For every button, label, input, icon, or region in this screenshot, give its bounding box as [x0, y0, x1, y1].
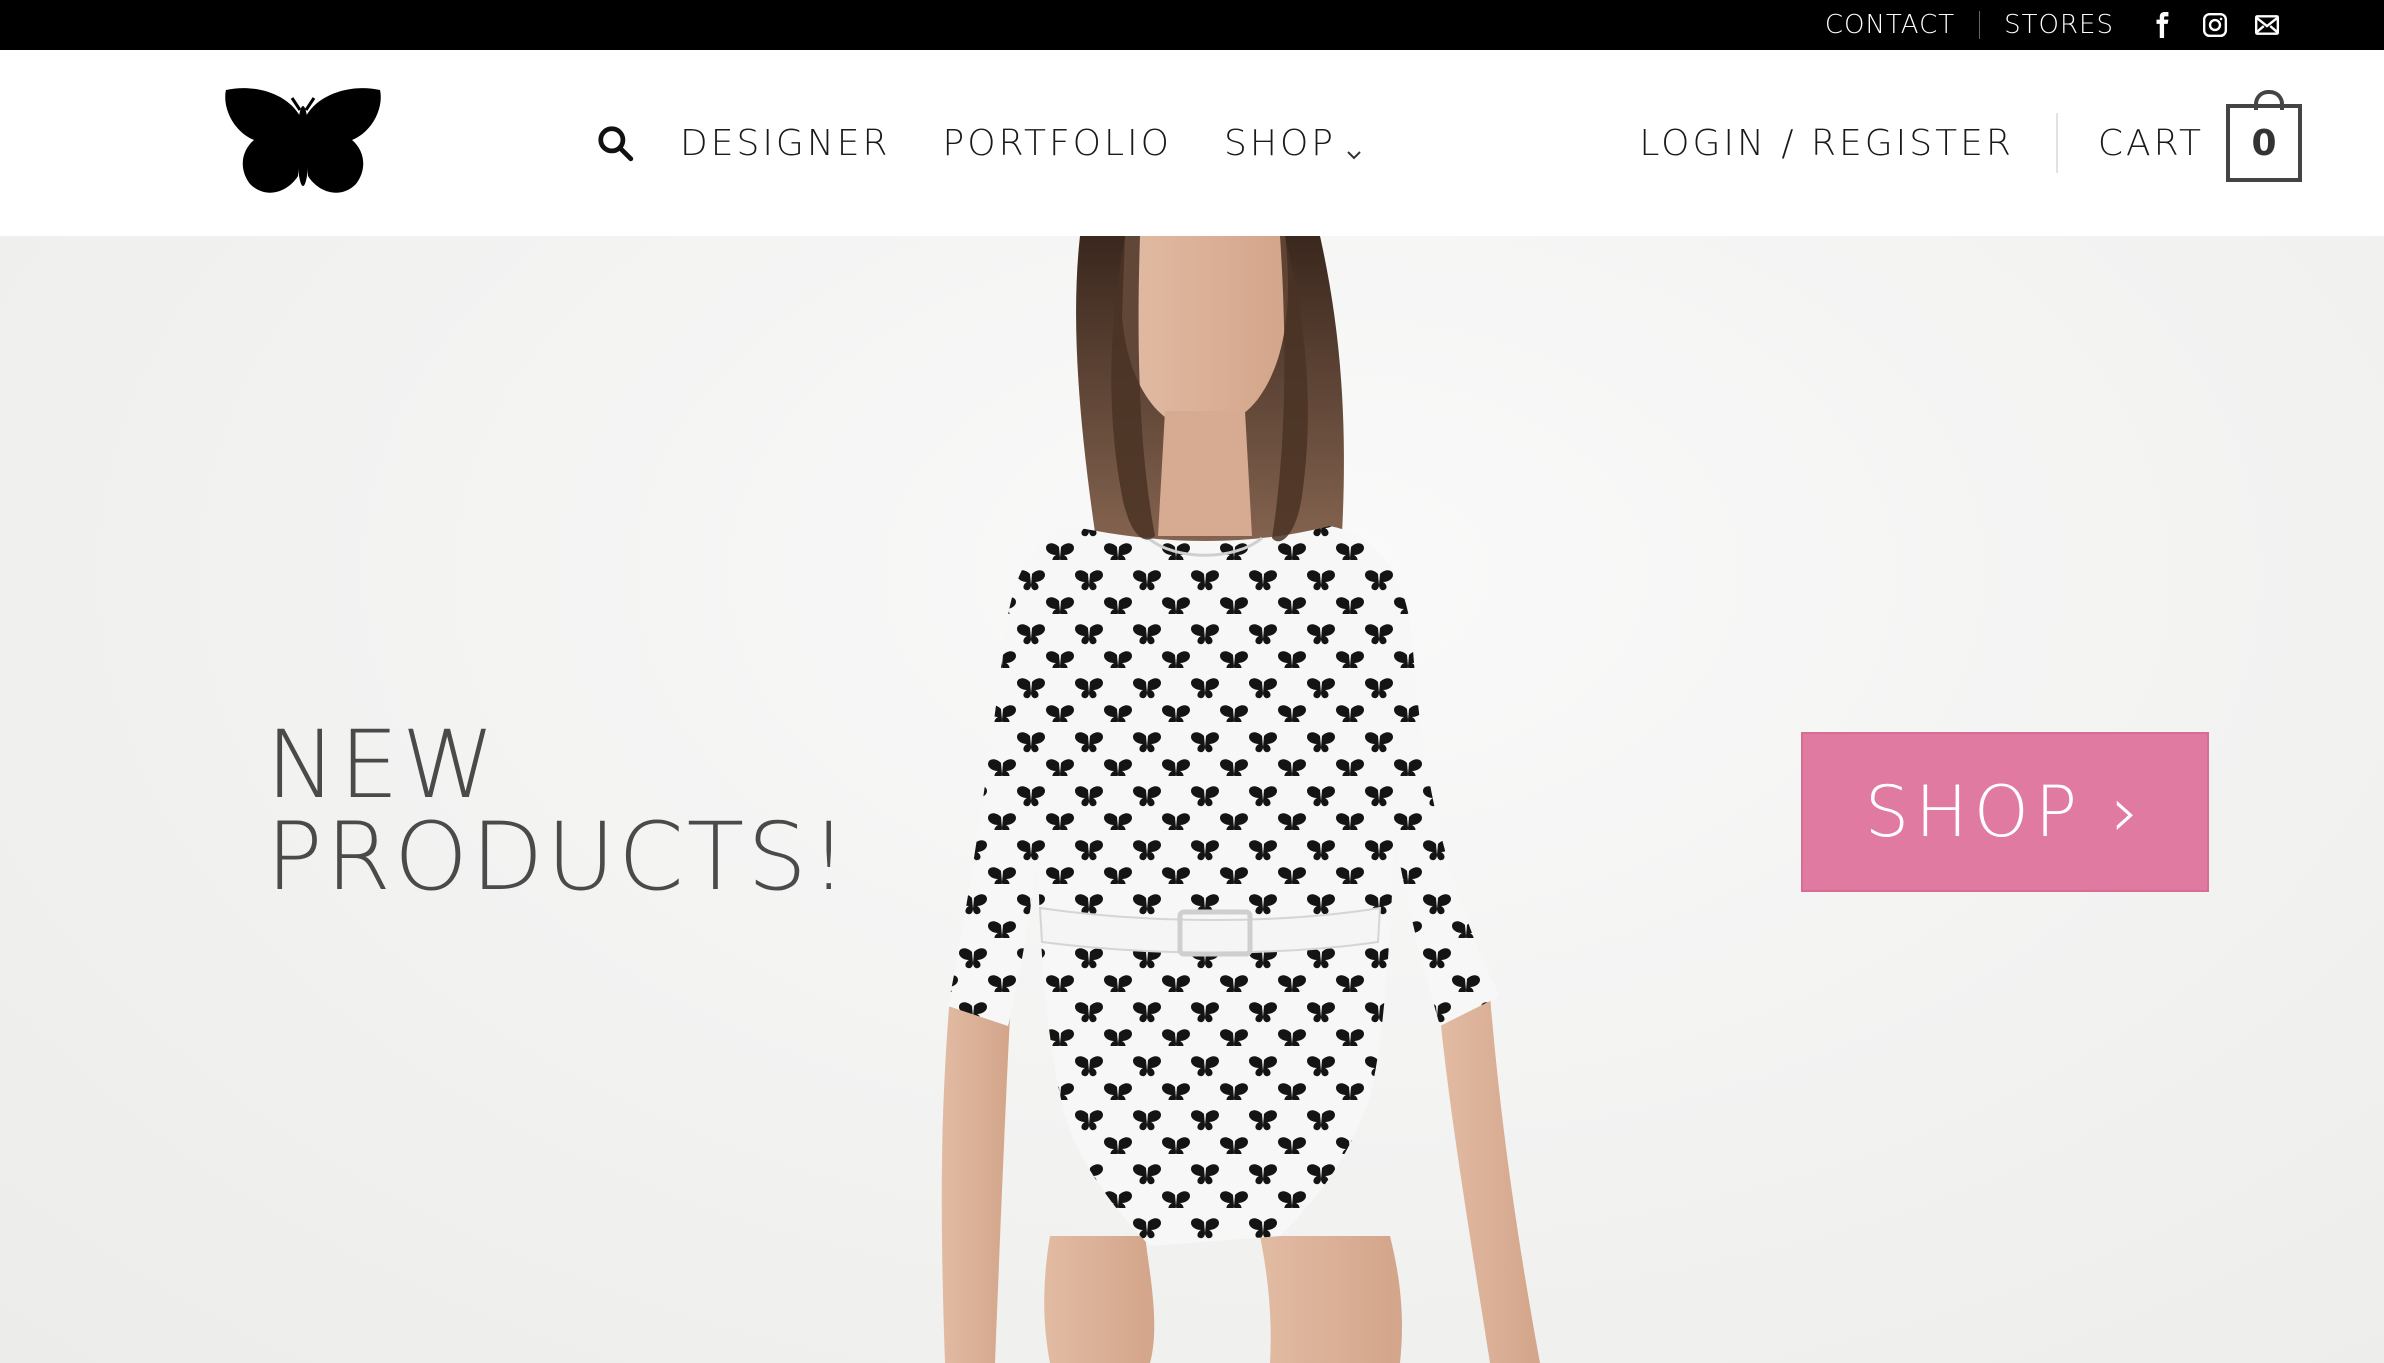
hero-headline: NEW PRODUCTS!: [266, 711, 851, 912]
nav-portfolio[interactable]: PORTFOLIO: [943, 123, 1172, 164]
account-nav: LOGIN / REGISTER CART 0: [1639, 50, 2302, 236]
facebook-icon[interactable]: [2150, 12, 2176, 38]
contact-link[interactable]: CONTACT: [1825, 10, 1955, 40]
cart-count-badge[interactable]: 0: [2226, 90, 2302, 182]
login-register-link[interactable]: LOGIN / REGISTER: [1639, 123, 2013, 164]
nav-shop[interactable]: SHOP: [1224, 123, 1364, 164]
butterfly-logo-icon[interactable]: [220, 80, 386, 204]
cart-link[interactable]: CART: [2098, 123, 2204, 164]
top-utility-bar: CONTACT STORES: [0, 0, 2384, 50]
email-icon[interactable]: [2254, 12, 2280, 38]
chevron-down-icon: [1344, 133, 1364, 160]
hero-model-image: [900, 236, 1600, 1363]
hero-banner: NEW PRODUCTS! SHOP ›: [0, 236, 2384, 1363]
header-divider: [2055, 113, 2058, 173]
topbar-divider: [1979, 11, 1981, 39]
headline-line-2: PRODUCTS!: [266, 803, 851, 912]
shop-cta-button[interactable]: SHOP ›: [1801, 732, 2209, 892]
social-icons: [2150, 12, 2280, 38]
site-header: DESIGNER PORTFOLIO SHOP LOGIN / REGISTER…: [0, 50, 2384, 236]
main-nav: DESIGNER PORTFOLIO SHOP: [596, 50, 1416, 236]
stores-link[interactable]: STORES: [2004, 10, 2114, 40]
nav-designer[interactable]: DESIGNER: [680, 123, 891, 164]
headline-line-1: NEW: [266, 711, 498, 820]
nav-shop-label: SHOP: [1224, 122, 1336, 164]
search-icon[interactable]: [596, 124, 634, 162]
instagram-icon[interactable]: [2202, 12, 2228, 38]
